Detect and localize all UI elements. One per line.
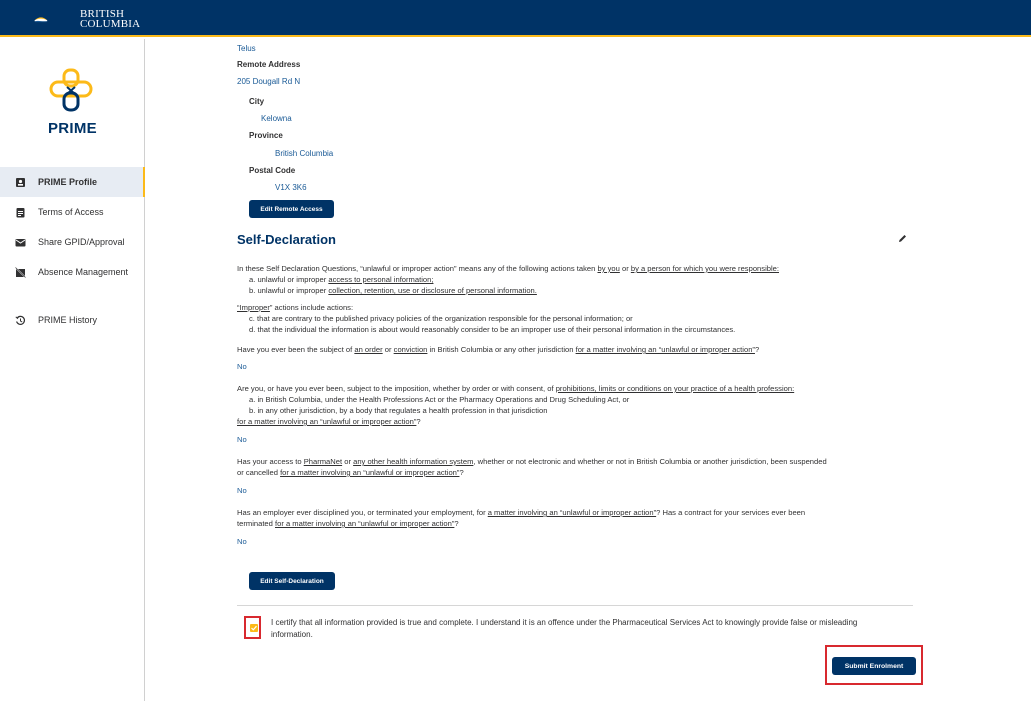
improper-rest: ” actions include actions:: [269, 303, 354, 312]
q1-link-order[interactable]: an order: [354, 345, 382, 354]
item-a-pre: a. unlawful or improper: [249, 275, 329, 284]
postal-code-value: V1X 3K6: [275, 183, 307, 192]
question-3: Has your access to PharmaNet or any othe…: [237, 457, 827, 467]
q3-end: ?: [459, 468, 464, 477]
definition-item-a: a. unlawful or improper access to person…: [249, 275, 433, 285]
q4-mid: ? Has a contract for your services ever …: [656, 508, 806, 517]
brand-line2: COLUMBIA: [80, 18, 141, 30]
certify-checkbox-highlight[interactable]: [244, 616, 261, 639]
certify-text-line2: information.: [271, 630, 313, 639]
sidebar-item-share-gpid[interactable]: Share GPID/Approval: [0, 227, 145, 257]
definition-item-b: b. unlawful or improper collection, rete…: [249, 286, 537, 296]
sidebar-item-prime-history[interactable]: PRIME History: [0, 305, 145, 335]
question-2-item-a: a. in British Columbia, under the Health…: [249, 395, 630, 404]
intro-pre: In these Self Declaration Questions, “un…: [237, 264, 598, 273]
question-2-item-b: b. in any other jurisdiction, by a body …: [249, 406, 548, 415]
bc-logo-icon[interactable]: [34, 7, 78, 31]
sidebar-item-label: Terms of Access: [38, 207, 104, 217]
question-4-line2: terminated for a matter involving an “un…: [237, 519, 459, 529]
sidebar-item-terms-of-access[interactable]: Terms of Access: [0, 197, 145, 227]
vendor-value: Telus: [237, 44, 256, 53]
intro-mid: or: [619, 264, 631, 273]
q4-link-matter-2[interactable]: for a matter involving an “unlawful or i…: [275, 519, 454, 528]
sidebar-item-label: PRIME History: [38, 315, 98, 325]
certify-checkbox[interactable]: [250, 624, 258, 632]
q4-pre: Has an employer ever disciplined you, or…: [237, 508, 488, 517]
q3-line2-pre: or cancelled: [237, 468, 281, 477]
prime-logo-icon: [49, 68, 93, 112]
history-icon: [15, 315, 26, 326]
postal-code-label: Postal Code: [249, 166, 296, 175]
city-value: Kelowna: [261, 114, 292, 123]
sidebar-item-prime-profile[interactable]: PRIME Profile: [0, 167, 145, 197]
q3-link-matter[interactable]: for a matter involving an “unlawful or i…: [280, 468, 459, 477]
question-1: Have you ever been the subject of an ord…: [237, 345, 759, 355]
q3-mid: , whether or not electronic and whether …: [473, 457, 827, 466]
edit-self-declaration-button[interactable]: Edit Self-Declaration: [249, 572, 335, 590]
question-3-line2: or cancelled for a matter involving an “…: [237, 468, 464, 478]
intro-text: In these Self Declaration Questions, “un…: [237, 264, 779, 274]
item-b-link[interactable]: collection, retention, use or disclosure…: [328, 286, 537, 295]
province-label: Province: [249, 131, 283, 140]
q2-end: ?: [416, 417, 421, 426]
q4-end: ?: [454, 519, 459, 528]
sidebar-item-label: Absence Management: [38, 267, 129, 277]
q2-link-prohibitions[interactable]: prohibitions, limits or conditions on yo…: [556, 384, 794, 393]
item-a-link[interactable]: access to personal information;: [328, 275, 433, 284]
mail-icon: [15, 237, 26, 248]
sidebar-item-label: Share GPID/Approval: [38, 237, 125, 247]
document-icon: [15, 207, 26, 218]
profile-badge-icon: [15, 177, 26, 188]
question-1-answer: No: [237, 362, 247, 371]
sidebar: PRIME PRIME Profile Terms of Access Shar…: [0, 39, 145, 701]
q3-link-pharmanet[interactable]: PharmaNet: [304, 457, 342, 466]
q4-link-matter[interactable]: a matter involving an “unlawful or impro…: [488, 508, 656, 517]
top-header: BRITISH COLUMBIA: [0, 0, 1031, 37]
main-content: Telus Remote Address 205 Dougall Rd N Ci…: [230, 39, 923, 701]
submit-enrolment-button[interactable]: Submit Enrolment: [832, 657, 916, 675]
q1-link-conviction[interactable]: conviction: [394, 345, 428, 354]
question-2: Are you, or have you ever been, subject …: [237, 384, 794, 394]
prime-title: PRIME: [47, 120, 97, 137]
divider: [237, 605, 913, 606]
sidebar-item-label: PRIME Profile: [38, 177, 98, 187]
q1-mid: in British Columbia or any other jurisdi…: [427, 345, 576, 354]
q1-pre: Have you ever been the subject of: [237, 345, 355, 354]
q3-pre: Has your access to: [237, 457, 304, 466]
q3-or: or: [342, 457, 354, 466]
q1-end: ?: [754, 345, 760, 354]
city-label: City: [249, 97, 265, 106]
remote-address-value: 205 Dougall Rd N: [237, 77, 301, 86]
improper-definition: “Improper” actions include actions:: [237, 303, 353, 313]
check-icon: [251, 625, 257, 631]
intro-link-by-you[interactable]: by you: [597, 264, 619, 273]
q2-pre: Are you, or have you ever been, subject …: [237, 384, 556, 393]
question-4-answer: No: [237, 537, 247, 546]
bc-wordmark: BRITISH COLUMBIA: [80, 9, 141, 30]
self-declaration-title: Self-Declaration: [237, 232, 336, 247]
intro-link-person[interactable]: by a person for which you were responsib…: [631, 264, 779, 273]
item-b-pre: b. unlawful or improper: [249, 286, 329, 295]
province-value: British Columbia: [275, 149, 334, 158]
certify-text-line1: I certify that all information provided …: [271, 618, 858, 627]
definition-item-c: c. that are contrary to the published pr…: [249, 314, 633, 323]
q1-or: or: [382, 345, 394, 354]
q3-link-system[interactable]: any other health information system: [353, 457, 473, 466]
q2-link-matter[interactable]: for a matter involving an “unlawful or i…: [237, 417, 416, 426]
definition-item-d: d. that the individual the information i…: [249, 325, 736, 334]
sidebar-item-absence-management[interactable]: Absence Management: [0, 257, 145, 287]
question-2-answer: No: [237, 435, 247, 444]
q4-line2-pre: terminated: [237, 519, 275, 528]
improper-link[interactable]: “Improper: [237, 303, 270, 312]
question-3-answer: No: [237, 486, 247, 495]
question-2-tail: for a matter involving an “unlawful or i…: [237, 417, 421, 427]
question-4: Has an employer ever disciplined you, or…: [237, 508, 805, 518]
edit-remote-access-button[interactable]: Edit Remote Access: [249, 200, 334, 218]
edit-pencil-icon[interactable]: [898, 234, 907, 243]
q1-link-matter[interactable]: for a matter involving an “unlawful or i…: [576, 345, 755, 354]
absence-icon: [15, 266, 26, 278]
remote-address-label: Remote Address: [237, 60, 301, 69]
